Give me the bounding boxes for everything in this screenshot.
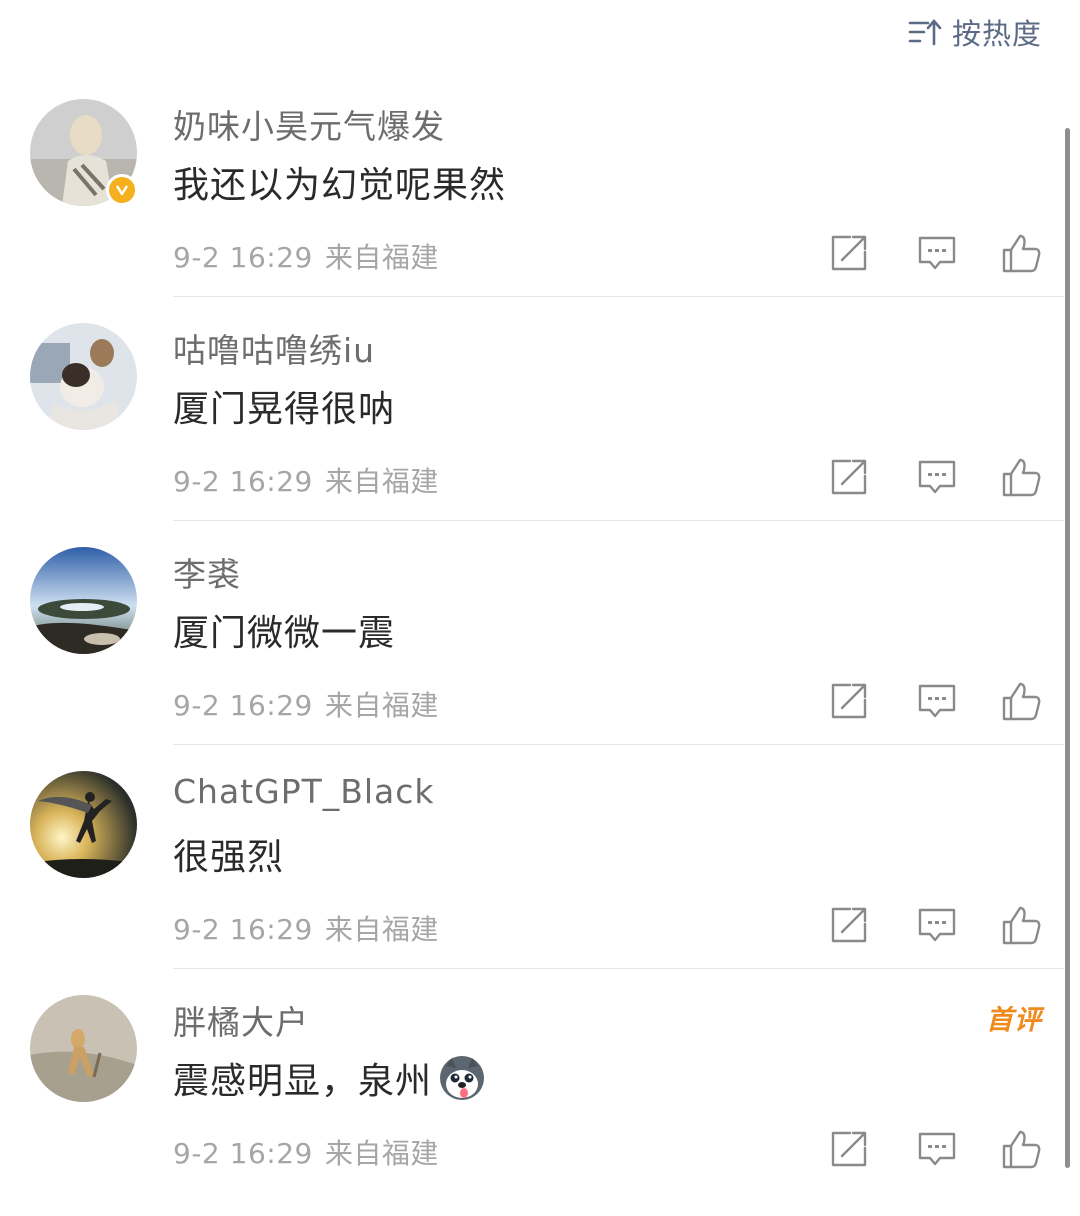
comment-meta: 9-2 16:29 来自福建 <box>173 236 439 276</box>
sort-label: 按热度 <box>951 17 1042 51</box>
share-icon <box>831 235 867 271</box>
avatar[interactable] <box>30 771 137 878</box>
thumbs-up-icon <box>1002 458 1041 497</box>
comment-icon <box>918 236 956 270</box>
username[interactable]: 咕噜咕噜绣iu <box>173 324 375 372</box>
username[interactable]: ChatGPT_Black <box>173 772 435 811</box>
divider <box>173 968 1064 969</box>
comment-text: 很强烈 <box>173 837 285 878</box>
reply-button[interactable] <box>916 232 958 274</box>
comment-text: 震感明显，泉州 <box>173 1052 486 1104</box>
comment-list: 奶味小昊元气爆发 我还以为幻觉呢果然 9-2 16:29 来自福建 咕噜咕噜绣i… <box>0 96 1064 1216</box>
reply-button[interactable] <box>916 1128 958 1170</box>
thumbs-up-icon <box>1002 682 1041 721</box>
avatar[interactable] <box>30 995 137 1102</box>
comment-location: 来自福建 <box>324 241 439 274</box>
comment-meta: 9-2 16:29 来自福建 <box>173 908 439 948</box>
share-button[interactable] <box>828 680 870 722</box>
share-button[interactable] <box>828 456 870 498</box>
share-button[interactable] <box>828 904 870 946</box>
sort-by-hot-button[interactable]: 按热度 <box>908 12 1042 52</box>
comment-icon <box>918 908 956 942</box>
comment-meta: 9-2 16:29 来自福建 <box>173 684 439 724</box>
thumbs-up-icon <box>1002 234 1041 273</box>
comment-location: 来自福建 <box>324 689 439 722</box>
sort-icon <box>908 19 942 46</box>
comment-icon <box>918 1132 956 1166</box>
comment-location: 来自福建 <box>324 913 439 946</box>
comment-icon <box>918 684 956 718</box>
reply-button[interactable] <box>916 680 958 722</box>
like-button[interactable] <box>1000 680 1042 722</box>
verified-badge-icon <box>106 174 138 206</box>
comment-text: 我还以为幻觉呢果然 <box>173 165 507 206</box>
username[interactable]: 奶味小昊元气爆发 <box>173 100 445 148</box>
share-icon <box>831 1131 867 1167</box>
like-button[interactable] <box>1000 232 1042 274</box>
share-icon <box>831 907 867 943</box>
divider <box>173 744 1064 745</box>
comment-text-content: 震感明显，泉州 <box>173 1061 433 1102</box>
thumbs-up-icon <box>1002 1130 1041 1169</box>
comment-meta: 9-2 16:29 来自福建 <box>173 460 439 500</box>
avatar[interactable] <box>30 323 137 430</box>
comment-date: 9-2 16:29 <box>173 241 313 274</box>
divider <box>173 520 1064 521</box>
share-button[interactable] <box>828 1128 870 1170</box>
comment-date: 9-2 16:29 <box>173 1137 313 1170</box>
comment-item: 奶味小昊元气爆发 我还以为幻觉呢果然 9-2 16:29 来自福建 <box>0 96 1064 320</box>
comment-item: 胖橘大户 首评 震感明显，泉州 9-2 16:29 来自福建 <box>0 992 1064 1216</box>
comment-item: 李裘 厦门微微一震 9-2 16:29 来自福建 <box>0 544 1064 768</box>
comment-icon <box>918 460 956 494</box>
username[interactable]: 胖橘大户 <box>173 996 309 1044</box>
divider <box>173 296 1064 297</box>
like-button[interactable] <box>1000 456 1042 498</box>
comment-item: 咕噜咕噜绣iu 厦门晃得很呐 9-2 16:29 来自福建 <box>0 320 1064 544</box>
comment-text: 厦门微微一震 <box>173 613 396 654</box>
comment-location: 来自福建 <box>324 1137 439 1170</box>
comment-location: 来自福建 <box>324 465 439 498</box>
husky-emoji-icon <box>440 1056 485 1100</box>
comment-meta: 9-2 16:29 来自福建 <box>173 1132 439 1172</box>
scrollbar[interactable] <box>1065 128 1070 1168</box>
avatar[interactable] <box>30 547 137 654</box>
reply-button[interactable] <box>916 456 958 498</box>
comment-text: 厦门晃得很呐 <box>173 389 396 430</box>
share-button[interactable] <box>828 232 870 274</box>
thumbs-up-icon <box>1002 906 1041 945</box>
share-icon <box>831 683 867 719</box>
comment-date: 9-2 16:29 <box>173 913 313 946</box>
share-icon <box>831 459 867 495</box>
reply-button[interactable] <box>916 904 958 946</box>
like-button[interactable] <box>1000 1128 1042 1170</box>
comment-date: 9-2 16:29 <box>173 689 313 722</box>
first-comment-badge: 首评 <box>986 1005 1042 1036</box>
like-button[interactable] <box>1000 904 1042 946</box>
comment-item: ChatGPT_Black 很强烈 9-2 16:29 来自福建 <box>0 768 1064 992</box>
username[interactable]: 李裘 <box>173 548 241 596</box>
comment-date: 9-2 16:29 <box>173 465 313 498</box>
